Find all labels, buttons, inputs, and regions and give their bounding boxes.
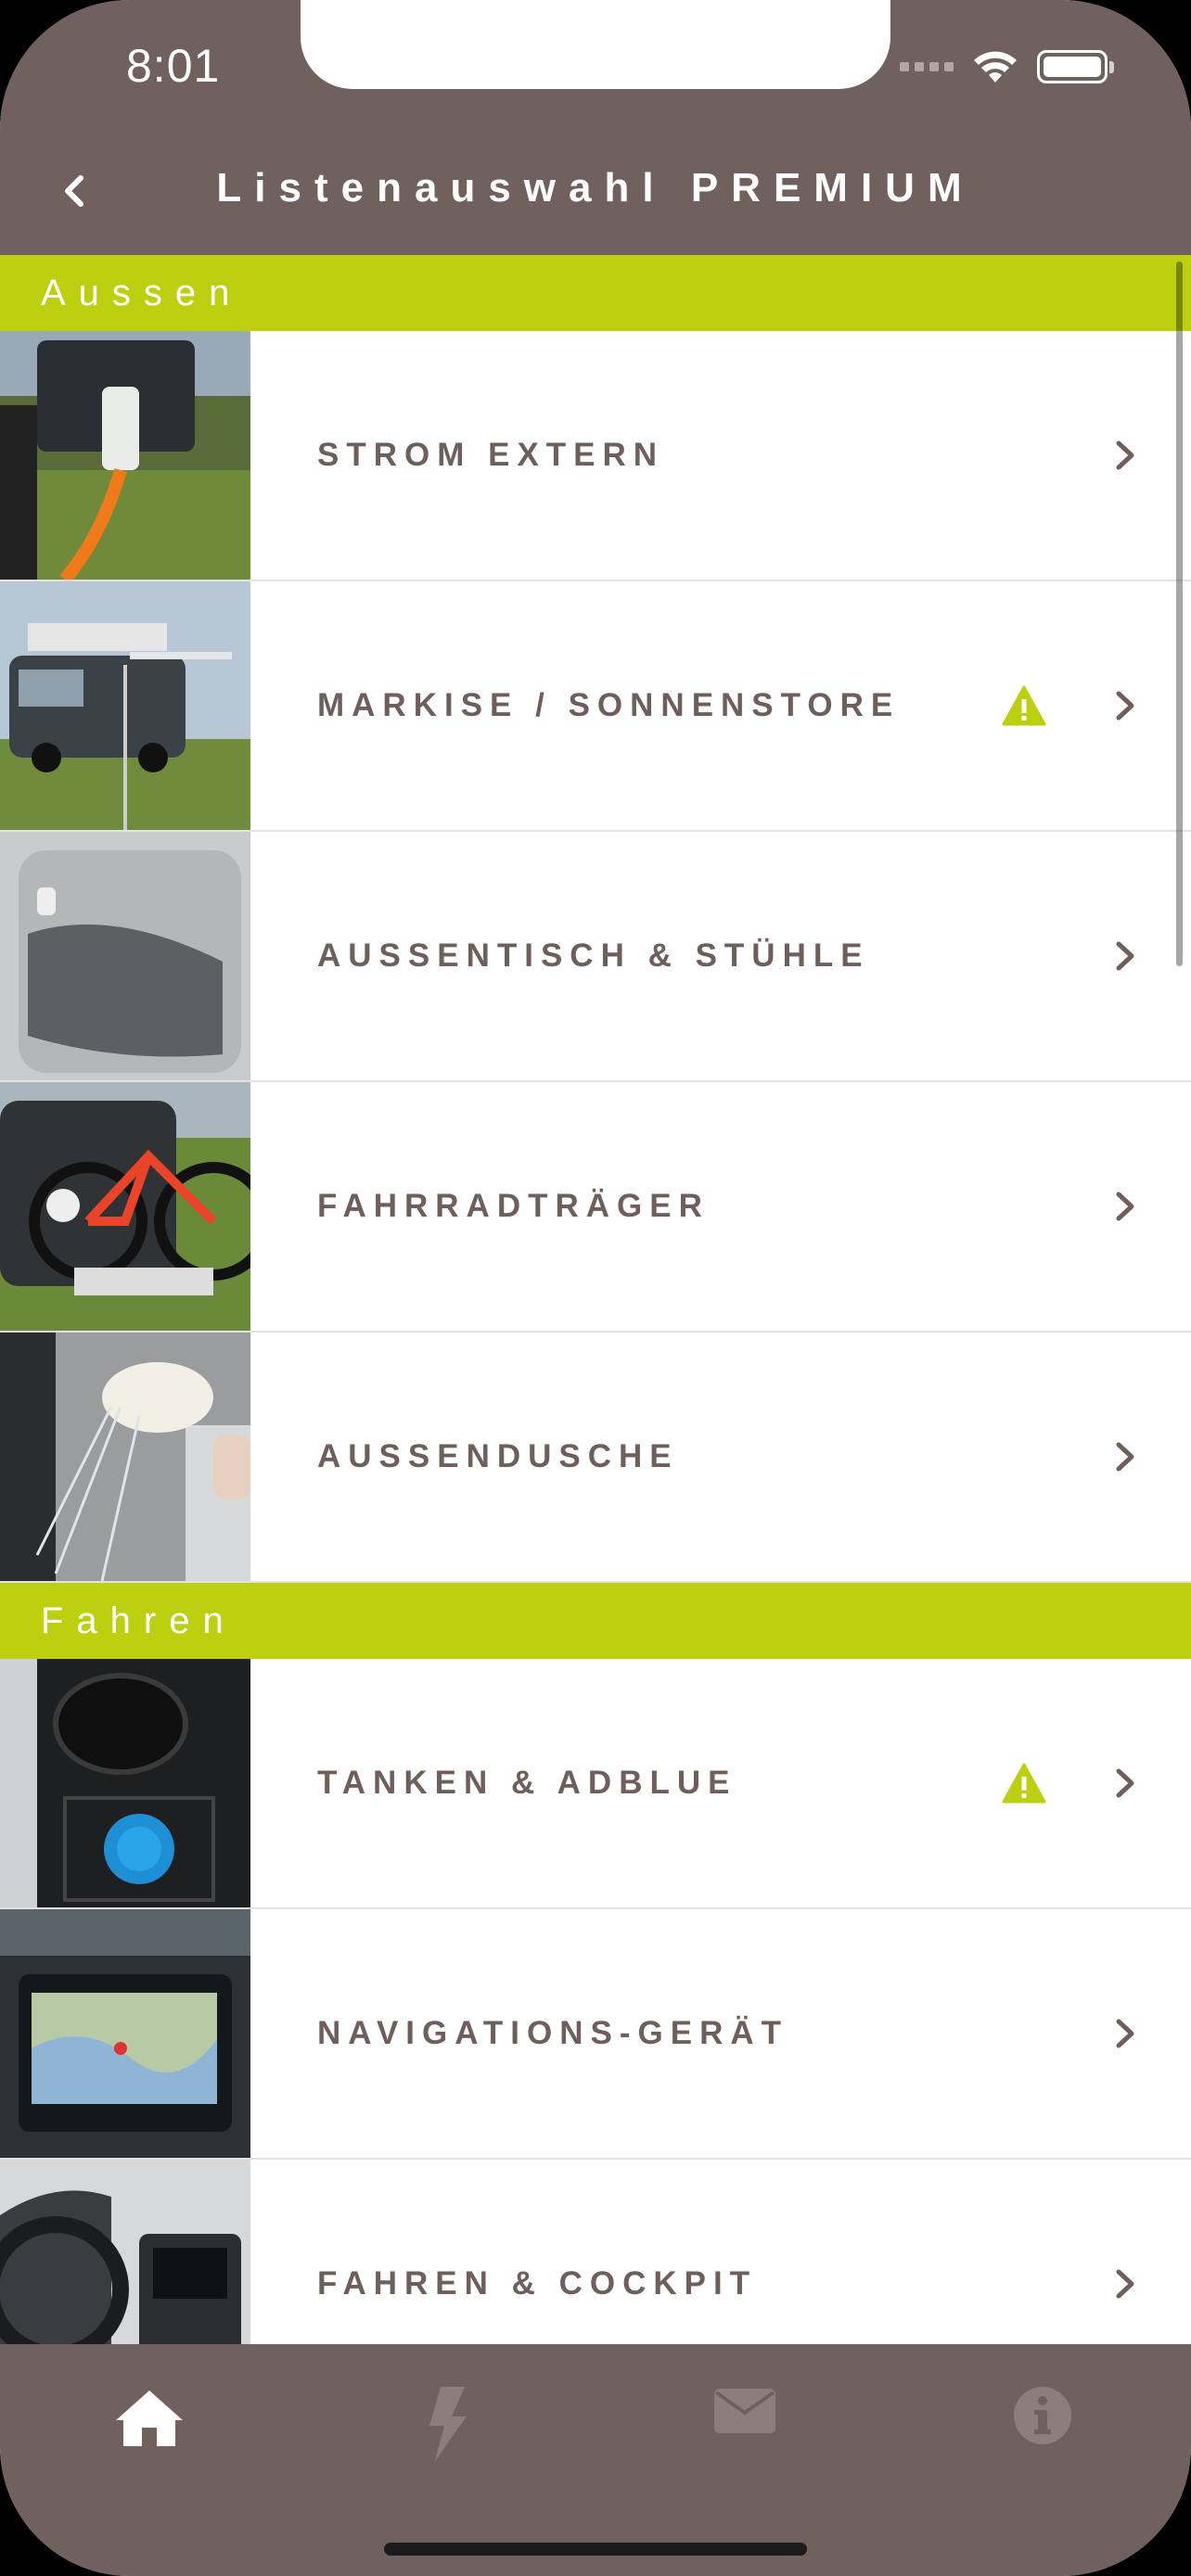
list-item-label: NAVIGATIONS-GERÄT xyxy=(317,2015,789,2051)
home-indicator xyxy=(384,2543,807,2556)
chevron-right-icon xyxy=(1116,1768,1134,1798)
mail-icon xyxy=(713,2389,775,2433)
chevron-right-icon xyxy=(1116,1192,1134,1221)
scrollbar[interactable] xyxy=(1176,261,1183,966)
warning-icon xyxy=(1002,685,1046,726)
list-item-label: TANKEN & ADBLUE xyxy=(317,1765,737,1801)
status-time: 8:01 xyxy=(126,40,221,92)
chevron-right-icon xyxy=(1116,2019,1134,2048)
thumbnail-image xyxy=(0,832,250,1080)
warning-icon xyxy=(1002,1763,1046,1804)
chevron-right-icon xyxy=(1116,941,1134,971)
list-item-label: FAHREN & COCKPIT xyxy=(317,2265,758,2302)
list-item[interactable]: NAVIGATIONS-GERÄT xyxy=(0,1909,1191,2160)
list-item-label: MARKISE / SONNENSTORE xyxy=(317,687,901,723)
tab-home[interactable] xyxy=(0,2344,298,2576)
lightning-icon xyxy=(429,2387,467,2461)
chevron-right-icon xyxy=(1116,1442,1134,1472)
tab-lightning[interactable] xyxy=(298,2344,596,2576)
chevron-right-icon xyxy=(1116,691,1134,721)
section-header-aussen: Aussen xyxy=(0,255,1191,331)
battery-icon xyxy=(1037,50,1114,83)
page-title: Listenauswahl PREMIUM xyxy=(216,165,975,210)
list-item[interactable]: TANKEN & ADBLUE xyxy=(0,1659,1191,1909)
list-item[interactable]: AUSSENDUSCHE xyxy=(0,1333,1191,1583)
chevron-right-icon xyxy=(1116,2269,1134,2299)
list-item-label: STROM EXTERN xyxy=(317,437,665,473)
cellular-signal-icon xyxy=(900,62,954,71)
thumbnail-image xyxy=(0,1659,250,1907)
wifi-icon xyxy=(974,51,1017,83)
checklist-list[interactable]: Aussen STROM EXTERN MARKISE / SONNENSTOR… xyxy=(0,255,1191,2344)
top-bar: 8:01 Listenauswahl PREMIUM xyxy=(0,0,1191,255)
home-icon xyxy=(115,2391,183,2446)
thumbnail-image xyxy=(0,1082,250,1331)
status-icons xyxy=(900,46,1114,87)
device-notch xyxy=(301,0,890,89)
thumbnail-image xyxy=(0,1909,250,2158)
list-item-label: FAHRRADTRÄGER xyxy=(317,1188,710,1224)
list-item[interactable]: STROM EXTERN xyxy=(0,331,1191,581)
app-screen: 8:01 Listenauswahl PREMIUM Aussen STROM … xyxy=(0,0,1191,2576)
tab-bar xyxy=(0,2344,1191,2576)
section-header-fahren: Fahren xyxy=(0,1583,1191,1659)
list-item-label: AUSSENDUSCHE xyxy=(317,1438,679,1474)
list-item-label: AUSSENTISCH & STÜHLE xyxy=(317,937,870,974)
thumbnail-image xyxy=(0,331,250,580)
tab-mail[interactable] xyxy=(596,2344,893,2576)
list-item[interactable]: FAHRRADTRÄGER xyxy=(0,1082,1191,1333)
list-item[interactable]: FAHREN & COCKPIT xyxy=(0,2160,1191,2344)
info-icon xyxy=(1013,2387,1071,2444)
chevron-right-icon xyxy=(1116,440,1134,470)
list-item[interactable]: MARKISE / SONNENSTORE xyxy=(0,581,1191,832)
thumbnail-image xyxy=(0,2160,250,2344)
thumbnail-image xyxy=(0,1333,250,1581)
list-item[interactable]: AUSSENTISCH & STÜHLE xyxy=(0,832,1191,1082)
thumbnail-image xyxy=(0,581,250,830)
tab-info[interactable] xyxy=(893,2344,1191,2576)
